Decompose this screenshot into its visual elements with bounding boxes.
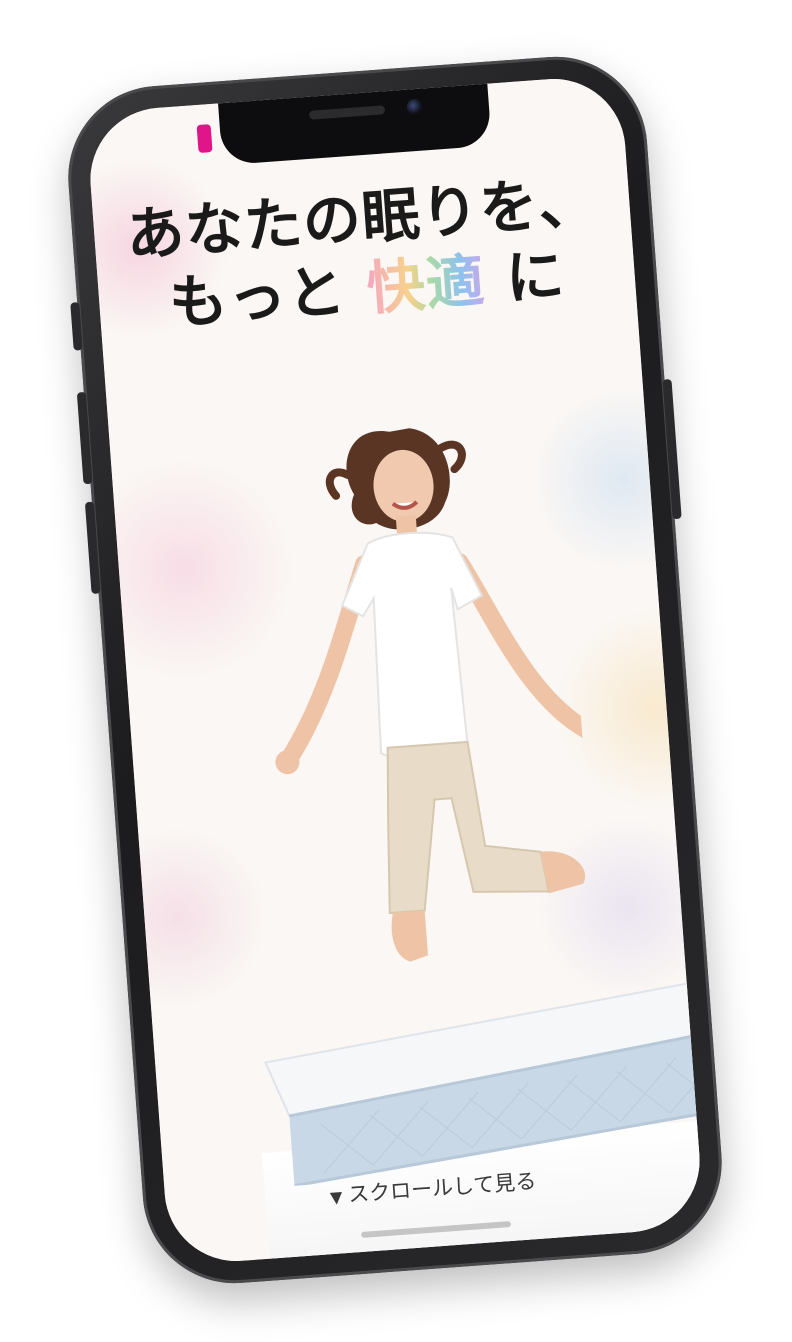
volume-up-button (76, 391, 93, 485)
headline-accent-word: 快適 (364, 246, 488, 323)
power-button (662, 378, 682, 520)
hero-woman-image (275, 428, 599, 962)
headline-suffix: に (503, 240, 568, 313)
mockup-stage: あなたの眠りを、 もっと 快適 に ▼ スクロールして見る (0, 0, 792, 1342)
volume-down-button (84, 501, 101, 595)
mute-switch (70, 302, 83, 351)
headline-prefix: もっと (166, 256, 349, 338)
smartphone-frame: あなたの眠りを、 もっと 快適 に ▼ スクロールして見る (61, 50, 729, 1290)
status-indicator (196, 124, 213, 153)
scroll-down-arrow-icon: ▼ (329, 1187, 344, 1208)
speaker-grille (308, 105, 386, 120)
phone-screen[interactable]: あなたの眠りを、 もっと 快適 に ▼ スクロールして見る (85, 73, 705, 1267)
mattress-image (263, 970, 705, 1188)
front-camera-icon (406, 98, 424, 116)
